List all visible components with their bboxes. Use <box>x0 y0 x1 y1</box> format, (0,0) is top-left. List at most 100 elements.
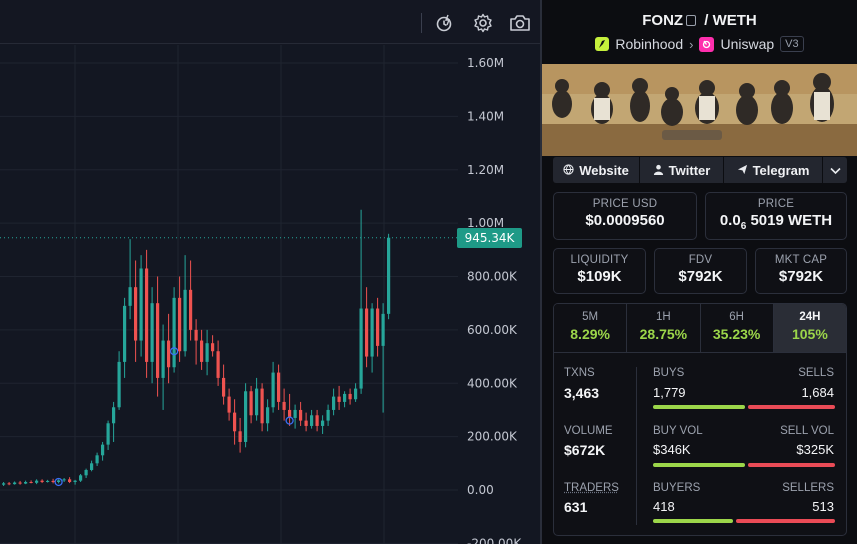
tab-1h[interactable]: 1H 28.75% <box>627 304 701 352</box>
price-usd-value: $0.0009560 <box>585 212 665 229</box>
y-axis-tick-label: 1.20M <box>467 163 504 177</box>
sells-ratio-bar <box>748 405 835 409</box>
price-native-card: PRICE 0.06 5019 WETH <box>705 192 847 240</box>
candle-up <box>24 481 28 484</box>
candle-up <box>387 237 391 314</box>
candle-down <box>282 401 286 410</box>
dex-version-badge: V3 <box>780 36 804 52</box>
candle-up <box>343 393 347 402</box>
tab-24h[interactable]: 24H 105% <box>773 304 846 352</box>
pair-subtitle: Robinhood › Uniswap V3 <box>542 36 857 52</box>
camera-icon[interactable] <box>508 11 532 35</box>
traders-label[interactable]: TRADERS <box>564 482 619 494</box>
tab-6h[interactable]: 6H 35.23% <box>700 304 774 352</box>
y-axis-tick-label: 600.00K <box>467 323 518 337</box>
sell-volume-label: SELL VOL <box>780 425 834 437</box>
candle-down <box>156 303 160 378</box>
dex-name[interactable]: Uniswap <box>720 36 774 52</box>
candle-up <box>255 388 259 416</box>
y-axis-tick-label: 200.00K <box>467 430 518 444</box>
candle-up <box>2 483 6 485</box>
website-button[interactable]: Website <box>553 157 640 183</box>
candle-up <box>310 415 314 426</box>
buy-volume-bar <box>653 463 745 467</box>
pair-title: FONZ / WETH <box>542 12 857 29</box>
chevron-down-icon <box>829 163 841 178</box>
tab-5m[interactable]: 5M 8.29% <box>554 304 628 352</box>
candle-down <box>233 412 237 432</box>
quote-token-symbol: WETH <box>712 12 757 29</box>
candle-up <box>123 305 127 362</box>
sells-value: 1,684 <box>801 385 834 400</box>
price-chart[interactable]: 1.60M 1.40M 1.20M 1.00M 800.00K 600.00K 400.00… <box>0 45 540 544</box>
candle-down <box>29 481 33 483</box>
gear-icon[interactable] <box>471 11 495 35</box>
market-cap-value: $792K <box>778 268 824 285</box>
candle-down <box>315 415 319 426</box>
candle-up <box>266 407 270 424</box>
candle-down <box>18 482 22 484</box>
candle-up <box>326 409 330 421</box>
sellers-value: 513 <box>812 499 834 514</box>
sells-label: SELLS <box>798 367 834 379</box>
sell-volume-bar <box>748 463 835 467</box>
y-axis-tick-label: 800.00K <box>467 270 518 284</box>
candle-down <box>304 420 308 426</box>
candle-down <box>222 377 226 397</box>
buys-ratio-bar <box>653 405 745 409</box>
candle-down <box>299 409 303 421</box>
pair-info-panel: FONZ / WETH Robinhood › Uniswap V3 Websi… <box>542 0 857 544</box>
chart-toolbar <box>0 0 540 44</box>
price-native-value: 0.06 5019 WETH <box>719 212 833 232</box>
candle-down <box>260 388 264 424</box>
current-price-tag: 945.34K <box>457 227 522 248</box>
send-icon <box>737 163 748 178</box>
buyers-value: 418 <box>653 499 675 514</box>
price-native-label: PRICE <box>757 198 795 210</box>
sellers-ratio-bar <box>736 519 835 523</box>
volume-label: VOLUME <box>564 425 613 437</box>
buyers-label: BUYERS <box>653 482 701 494</box>
more-links-dropdown[interactable] <box>823 157 847 183</box>
buys-label: BUYS <box>653 367 685 379</box>
candle-up <box>106 423 110 445</box>
candle-down <box>348 393 352 400</box>
telegram-button[interactable]: Telegram <box>724 157 823 183</box>
candle-down <box>7 483 11 485</box>
txns-value: 3,463 <box>564 385 600 401</box>
candle-up <box>150 303 154 362</box>
token-banner-image <box>542 64 857 156</box>
candle-down <box>178 297 182 352</box>
sellers-label: SELLERS <box>782 482 834 494</box>
alert-clock-icon[interactable] <box>433 11 457 35</box>
candle-up <box>84 469 88 476</box>
candle-down <box>40 480 44 482</box>
candle-down <box>238 431 242 442</box>
price-usd-card: PRICE USD $0.0009560 <box>553 192 697 240</box>
chain-name[interactable]: Robinhood <box>615 36 683 52</box>
candle-down <box>376 308 380 346</box>
candle-up <box>13 482 17 485</box>
liquidity-value: $109K <box>577 268 622 285</box>
y-axis-tick-label: 0.00 <box>467 483 494 497</box>
candle-up <box>183 289 187 352</box>
candle-down <box>68 479 72 482</box>
candle-up <box>62 479 66 481</box>
fdv-label: FDV <box>688 254 713 266</box>
twitter-button[interactable]: Twitter <box>640 157 724 183</box>
candle-up <box>139 268 143 341</box>
candle-down <box>51 480 55 482</box>
traders-value: 631 <box>564 499 588 515</box>
market-cap-label: MKT CAP <box>774 254 828 266</box>
y-axis-tick-label: -200.00K <box>467 536 522 544</box>
candle-down <box>167 340 171 368</box>
candle-down <box>337 396 341 402</box>
liquidity-card: LIQUIDITY $109K <box>553 248 646 294</box>
candle-down <box>211 343 215 352</box>
candle-up <box>73 480 77 482</box>
candle-down <box>194 329 198 341</box>
candle-down <box>365 308 369 357</box>
app-root: 1.60M 1.40M 1.20M 1.00M 800.00K 600.00K 400.00… <box>0 0 857 544</box>
volume-value: $672K <box>564 442 606 458</box>
copy-icon[interactable] <box>686 15 697 26</box>
